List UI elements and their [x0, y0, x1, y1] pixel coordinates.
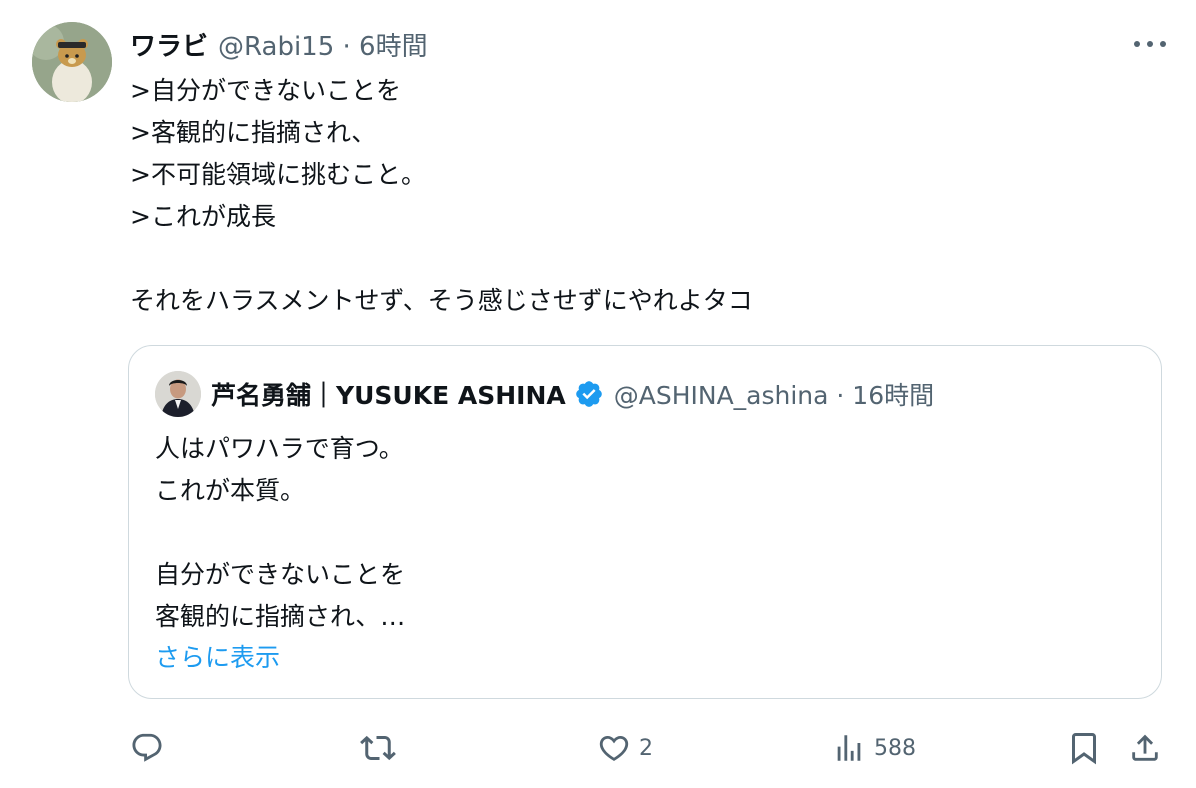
more-button[interactable]	[1130, 28, 1170, 60]
tweet-header: ワラビ @Rabi15 · 6時間	[130, 26, 428, 62]
quote-handle-and-time[interactable]: @ASHINA_ashina · 16時間	[614, 376, 934, 412]
share-icon	[1132, 734, 1158, 761]
like-button[interactable]: 2	[597, 728, 653, 768]
quote-text: 人はパワハラで育つ。 これが本質。 自分ができないことを 客観的に指摘され、…	[155, 434, 406, 631]
analytics-icon	[837, 735, 861, 761]
views-count: 588	[874, 735, 916, 761]
tweet: ワラビ @Rabi15 · 6時間 >自分ができないことを >客観的に指摘され、…	[0, 0, 1196, 788]
more-horizontal-icon	[1134, 41, 1166, 47]
heart-icon	[599, 735, 629, 761]
quoted-tweet[interactable]: 芦名勇舗｜YUSUKE ASHINA @ASHINA_ashina · 16時間…	[128, 345, 1162, 699]
bookmark-button[interactable]	[1066, 728, 1102, 768]
tweet-text: >自分ができないことを >客観的に指摘され、 >不可能領域に挑むこと。 >これが…	[130, 76, 753, 315]
quote-avatar[interactable]	[155, 371, 201, 417]
reply-button[interactable]	[130, 728, 172, 768]
quote-avatar-image	[155, 371, 201, 417]
retweet-button[interactable]	[360, 728, 404, 768]
share-button[interactable]	[1128, 728, 1162, 768]
quote-header: 芦名勇舗｜YUSUKE ASHINA @ASHINA_ashina · 16時間	[211, 374, 934, 414]
quote-display-name[interactable]: 芦名勇舗｜YUSUKE ASHINA	[211, 376, 566, 412]
bookmark-icon	[1072, 733, 1096, 765]
display-name[interactable]: ワラビ	[130, 26, 208, 63]
retweet-icon	[360, 735, 396, 761]
like-count: 2	[639, 735, 653, 761]
verified-badge-icon	[574, 379, 604, 409]
avatar-image	[32, 22, 112, 102]
show-more-link[interactable]: さらに表示	[155, 638, 280, 674]
handle-and-time[interactable]: @Rabi15 · 6時間	[218, 26, 428, 63]
views-button[interactable]: 588	[832, 728, 916, 768]
reply-icon	[132, 733, 162, 762]
avatar[interactable]	[32, 22, 112, 102]
